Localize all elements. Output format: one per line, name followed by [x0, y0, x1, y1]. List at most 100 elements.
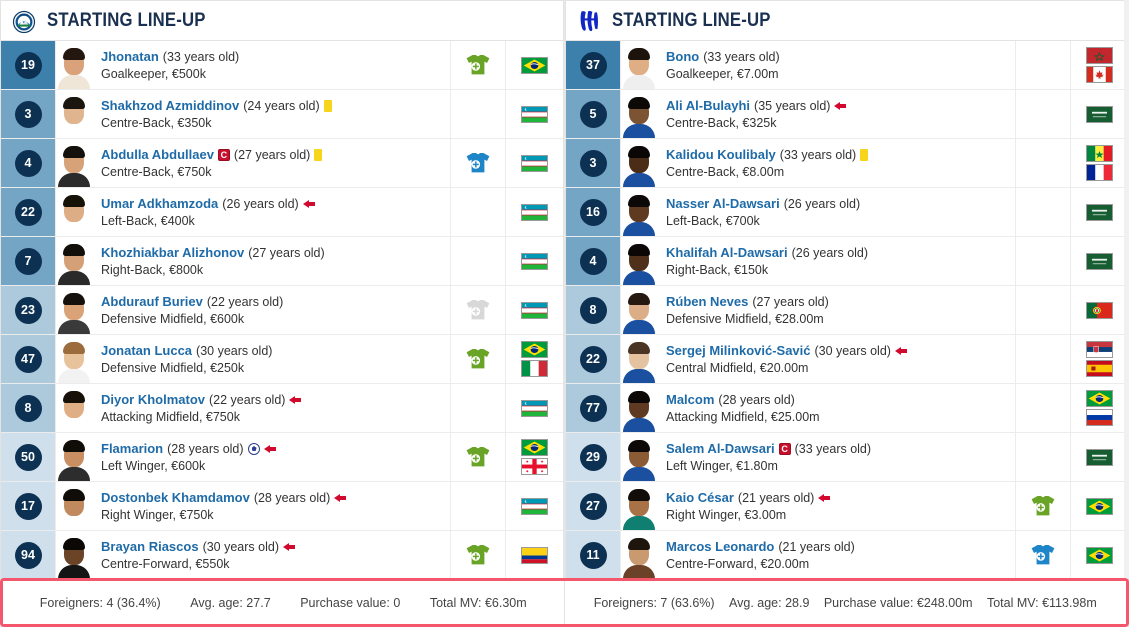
player-name-link[interactable]: Kalidou Koulibaly — [666, 147, 776, 163]
shirt-number-cell: 94 — [1, 531, 55, 579]
table-row[interactable]: 16 Nasser Al-Dawsari (26 years old) Left-Ba… — [566, 188, 1128, 237]
player-photo[interactable] — [55, 384, 92, 432]
player-photo[interactable] — [620, 433, 657, 481]
player-name-link[interactable]: Shakhzod Azmiddinov — [101, 98, 239, 114]
table-row[interactable]: 37 Bono (33 years old) Goalkeeper, €7.00m — [566, 41, 1128, 90]
table-row[interactable]: 3 Shakhzod Azmiddinov (24 years old) Centre… — [1, 90, 563, 139]
player-photo[interactable] — [55, 90, 92, 138]
player-position-value: Centre-Back, €325k — [666, 115, 777, 130]
substitution-shirt-icon[interactable] — [1030, 495, 1056, 517]
player-photo[interactable] — [55, 433, 92, 481]
nationality-flags — [1070, 41, 1128, 89]
player-photo[interactable] — [55, 237, 92, 285]
player-name-link[interactable]: Bono — [666, 49, 699, 65]
player-photo[interactable] — [55, 531, 92, 579]
table-row[interactable]: 8 Rúben Neves (27 years old) Defensive Midf… — [566, 286, 1128, 335]
table-row[interactable]: 8 Diyor Kholmatov (22 years old) Attacking … — [1, 384, 563, 433]
player-photo[interactable] — [620, 531, 657, 579]
table-row[interactable]: 47 Jonatan Lucca (30 years old) Defensive M… — [1, 335, 563, 384]
player-photo[interactable] — [620, 237, 657, 285]
player-photo[interactable] — [55, 482, 92, 530]
player-info: Khalifah Al-Dawsari (26 years old) Right-B… — [657, 237, 1015, 285]
shirt-number-badge: 77 — [579, 394, 607, 422]
substitution-shirt-icon[interactable] — [465, 152, 491, 174]
player-photo[interactable] — [620, 188, 657, 236]
player-photo[interactable] — [620, 90, 657, 138]
player-name-link[interactable]: Khozhiakbar Alizhonov — [101, 245, 244, 261]
player-photo[interactable] — [620, 335, 657, 383]
table-row[interactable]: 4 Khalifah Al-Dawsari (26 years old) Right-… — [566, 237, 1128, 286]
player-name-link[interactable]: Umar Adkhamzoda — [101, 196, 218, 212]
lineups-board: ★★★ STARTING LINE-UP 19 Jhonatan (33 years… — [0, 0, 1129, 627]
player-name-row: Jonatan Lucca (30 years old) — [101, 343, 446, 359]
player-name-link[interactable]: Sergej Milinković-Savić — [666, 343, 811, 359]
table-row[interactable]: 5 Ali Al-Bulayhi (35 years old) Centre-Back… — [566, 90, 1128, 139]
player-photo[interactable] — [620, 41, 657, 89]
player-photo[interactable] — [620, 482, 657, 530]
substitution-shirt-icon[interactable] — [465, 299, 491, 321]
table-row[interactable]: 94 Brayan Riascos (30 years old) Centre-For… — [1, 531, 563, 580]
substitution-shirt-icon[interactable] — [1030, 544, 1056, 566]
substitution-shirt-icon[interactable] — [465, 348, 491, 370]
player-age: (21 years old) — [778, 539, 855, 554]
player-name-link[interactable]: Salem Al-Dawsari — [666, 441, 775, 457]
team-column-left: ★★★ STARTING LINE-UP 19 Jhonatan (33 years… — [0, 0, 564, 627]
player-name-link[interactable]: Khalifah Al-Dawsari — [666, 245, 788, 261]
nationality-flags — [505, 531, 563, 579]
player-position-value: Right-Back, €150k — [666, 262, 769, 277]
player-name-link[interactable]: Abdulla Abdullaev — [101, 147, 214, 163]
player-name-link[interactable]: Jhonatan — [101, 49, 159, 65]
player-name-row: Kalidou Koulibaly (33 years old) — [666, 147, 1011, 163]
table-row[interactable]: 11 Marcos Leonardo (21 years old) Centre-Fo… — [566, 531, 1128, 580]
substitution-shirt-icon[interactable] — [465, 544, 491, 566]
player-photo[interactable] — [620, 384, 657, 432]
player-age: (30 years old) — [196, 343, 273, 358]
player-name-link[interactable]: Kaio César — [666, 490, 734, 506]
flag-uz-icon — [521, 497, 548, 515]
player-name-link[interactable]: Malcom — [666, 392, 714, 408]
substitution-shirt-icon[interactable] — [465, 446, 491, 468]
table-row[interactable]: 22 Umar Adkhamzoda (26 years old) Left-Back… — [1, 188, 563, 237]
table-row[interactable]: 7 Khozhiakbar Alizhonov (27 years old) Righ… — [1, 237, 563, 286]
team-column-right: STARTING LINE-UP 37 Bono (33 years old) Goa… — [565, 0, 1129, 627]
substituted-off-arrow-icon — [289, 394, 302, 406]
player-age: (33 years old) — [794, 441, 872, 456]
shirt-number-badge: 19 — [14, 51, 42, 79]
table-row[interactable]: 77 Malcom (28 years old) Attacking Midfield… — [566, 384, 1128, 433]
player-photo[interactable] — [620, 286, 657, 334]
player-name-link[interactable]: Nasser Al-Dawsari — [666, 196, 780, 212]
page-scrollbar[interactable] — [1124, 0, 1129, 578]
substituted-off-arrow-icon — [263, 443, 276, 455]
table-row[interactable]: 17 Dostonbek Khamdamov (28 years old) Right… — [1, 482, 563, 531]
player-name-link[interactable]: Rúben Neves — [666, 294, 748, 310]
player-name-link[interactable]: Dostonbek Khamdamov — [101, 490, 250, 506]
shirt-number-cell: 77 — [566, 384, 620, 432]
player-name-link[interactable]: Brayan Riascos — [101, 539, 199, 555]
player-photo[interactable] — [55, 335, 92, 383]
player-photo[interactable] — [55, 41, 92, 89]
player-photo[interactable] — [55, 188, 92, 236]
table-row[interactable]: 50 Flamarion (28 years old) Left Winger, €6… — [1, 433, 563, 482]
table-row[interactable]: 29 Salem Al-Dawsari C (33 years old) Left Wi… — [566, 433, 1128, 482]
table-row[interactable]: 22 Sergej Milinković-Savić (30 years old) C… — [566, 335, 1128, 384]
player-info: Bono (33 years old) Goalkeeper, €7.00m — [657, 41, 1015, 89]
substitution-icon-cell — [450, 286, 505, 334]
player-photo[interactable] — [55, 139, 92, 187]
player-photo[interactable] — [55, 286, 92, 334]
player-name-link[interactable]: Ali Al-Bulayhi — [666, 98, 750, 114]
table-row[interactable]: 23 Abdurauf Buriev (22 years old) Defensive… — [1, 286, 563, 335]
nationality-flags — [505, 433, 563, 481]
nationality-flags — [1070, 237, 1128, 285]
player-name-link[interactable]: Jonatan Lucca — [101, 343, 192, 359]
table-row[interactable]: 19 Jhonatan (33 years old) Goalkeeper, €500… — [1, 41, 563, 90]
substitution-shirt-icon[interactable] — [465, 54, 491, 76]
player-photo[interactable] — [620, 139, 657, 187]
player-name-link[interactable]: Abdurauf Buriev — [101, 294, 203, 310]
table-row[interactable]: 3 Kalidou Koulibaly (33 years old) Centre-B… — [566, 139, 1128, 188]
player-name-link[interactable]: Marcos Leonardo — [666, 539, 774, 555]
table-row[interactable]: 4 Abdulla Abdullaev C (27 years old) Centre-… — [1, 139, 563, 188]
player-name-link[interactable]: Diyor Kholmatov — [101, 392, 205, 408]
table-row[interactable]: 27 Kaio César (21 years old) Right Winger, … — [566, 482, 1128, 531]
player-name-link[interactable]: Flamarion — [101, 441, 163, 457]
summary-left: Foreigners: 4 (36.4%) Avg. age: 27.7 Pur… — [3, 581, 565, 624]
